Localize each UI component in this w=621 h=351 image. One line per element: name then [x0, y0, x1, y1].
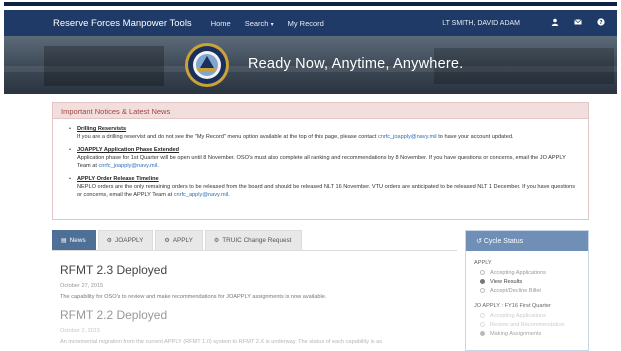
notice-body: NEPLO orders are the only remaining orde… — [77, 183, 588, 199]
user-name-link[interactable]: LT SMITH, DAVID ADAM — [442, 20, 520, 27]
bullet: • — [69, 147, 71, 153]
notice-title: JOAPPLY Application Phase Extended — [77, 147, 180, 153]
tab-label: JOAPPLY — [115, 237, 144, 244]
cycle-step: Accepting Applications — [480, 312, 588, 319]
article-body: An incremental migration from the curren… — [60, 339, 383, 345]
gear-icon: ⚙ — [213, 238, 220, 244]
navbar: Reserve Forces Manpower Tools Home Searc… — [4, 10, 617, 36]
top-bar — [4, 2, 617, 6]
cycle-steps-faded: Accepting Applications Review and Recomm… — [466, 312, 588, 337]
article-date: October 2, 2015 — [60, 328, 101, 334]
brand-link[interactable]: Reserve Forces Manpower Tools — [53, 18, 192, 29]
notice-text-after: to have your account updated. — [436, 134, 514, 140]
user-icon[interactable] — [551, 18, 559, 28]
tab-joapply[interactable]: ⚙ JOAPPLY — [97, 230, 154, 250]
radio-icon — [480, 288, 485, 293]
help-icon[interactable]: ? — [597, 18, 605, 28]
cycle-section-title: JO APPLY : FY16 First Quarter — [474, 303, 551, 309]
tab-news[interactable]: ▤ News — [52, 230, 96, 250]
notice-item: • APPLY Order Release Timeline NEPLO ord… — [69, 175, 588, 199]
email-link[interactable]: cnrfc_joapply@navy.mil — [378, 134, 437, 140]
tab-apply[interactable]: ⚙ APPLY — [155, 230, 203, 250]
envelope-icon[interactable] — [574, 18, 582, 28]
tab-label: APPLY — [172, 237, 193, 244]
cycle-heading-label: Cycle Status — [483, 238, 524, 245]
gear-icon: ⚙ — [106, 238, 113, 244]
nav-home[interactable]: Home — [211, 19, 231, 28]
email-link[interactable]: cnrfc_joapply@navy.mil — [98, 163, 157, 169]
radio-icon — [480, 322, 485, 327]
cycle-step-current: View Results — [480, 278, 588, 285]
cycle-section-title: APPLY — [474, 260, 492, 266]
news-article: RFMT 2.2 Deployed October 2, 2015 An inc… — [52, 300, 457, 345]
cycle-status-heading: ↺ Cycle Status — [466, 231, 588, 251]
notice-list: • Drilling Reservists If you are a drill… — [53, 119, 588, 199]
cycle-step: Accept/Decline Billet — [480, 287, 588, 294]
notice-body: If you are a drilling reservist and do n… — [77, 133, 588, 141]
bullet: • — [69, 176, 71, 182]
hero-tagline: Ready Now, Anytime, Anywhere. — [248, 56, 464, 72]
radio-icon — [480, 270, 485, 275]
tab-truic-change-request[interactable]: ⚙ TRUIC Change Request — [204, 230, 302, 250]
notice-text: NEPLO orders are the only remaining orde… — [77, 184, 576, 198]
hero-aircraft-shadow — [44, 46, 164, 86]
gear-icon: ⚙ — [164, 238, 170, 244]
bullet: • — [69, 126, 71, 132]
article-date: October 27, 2015 — [60, 283, 104, 289]
hero-banner: Ready Now, Anytime, Anywhere. — [4, 36, 617, 94]
cycle-step-current: Making Assignments — [480, 330, 588, 337]
cycle-step-label: Accepting Applications — [490, 269, 546, 276]
notice-item: • JOAPPLY Application Phase Extended App… — [69, 146, 588, 170]
notice-body: Application phase for 1st Quarter will b… — [77, 154, 588, 170]
news-content: RFMT 2.3 Deployed October 27, 2015 The c… — [52, 250, 457, 351]
cycle-step: Review and Recommendation — [480, 321, 588, 328]
notices-heading: Important Notices & Latest News — [53, 103, 588, 119]
cycle-step: Accepting Applications — [480, 269, 588, 276]
cycle-step-label: Accept/Decline Billet — [490, 287, 541, 294]
cycle-step-label: View Results — [490, 278, 523, 285]
caret-down-icon: ▾ — [270, 21, 274, 28]
news-article: RFMT 2.3 Deployed October 27, 2015 The c… — [52, 251, 457, 300]
notices-panel: Important Notices & Latest News • Drilli… — [52, 102, 589, 220]
radio-checked-icon — [480, 279, 485, 284]
nav-my-record[interactable]: My Record — [288, 19, 324, 28]
cycle-step-label: Accepting Applications — [490, 312, 546, 319]
svg-text:?: ? — [599, 20, 602, 26]
notice-item: • Drilling Reservists If you are a drill… — [69, 125, 588, 141]
newspaper-icon: ▤ — [61, 238, 67, 244]
nav-search[interactable]: Search ▾ — [245, 19, 274, 28]
notice-text-after: . — [228, 192, 230, 198]
article-title[interactable]: RFMT 2.2 Deployed — [60, 308, 457, 322]
history-icon: ↺ — [476, 238, 482, 245]
cycle-status-panel: ↺ Cycle Status APPLY Accepting Applicati… — [465, 230, 589, 351]
nav-search-label: Search — [244, 18, 269, 28]
notice-text-after: . — [157, 163, 159, 169]
radio-icon — [480, 313, 485, 318]
tab-bar: ▤ News ⚙ JOAPPLY ⚙ APPLY ⚙ TRUIC Change … — [52, 230, 457, 250]
top-strip — [0, 0, 621, 6]
notice-title: APPLY Order Release Timeline — [77, 176, 159, 182]
nav-right: LT SMITH, DAVID ADAM ? — [442, 10, 605, 36]
article-title[interactable]: RFMT 2.3 Deployed — [60, 263, 457, 277]
navy-seal-logo — [185, 43, 229, 87]
notice-text: If you are a drilling reservist and do n… — [77, 134, 377, 140]
notice-title: Drilling Reservists — [77, 126, 127, 132]
tab-label: News — [69, 237, 86, 244]
cycle-step-label: Review and Recommendation — [490, 321, 565, 328]
email-link[interactable]: cnrfc_apply@navy.mil — [174, 192, 228, 198]
cycle-step-label: Making Assignments — [490, 330, 542, 337]
radio-checked-icon — [480, 331, 485, 336]
tab-label: TRUIC Change Request — [222, 237, 292, 244]
